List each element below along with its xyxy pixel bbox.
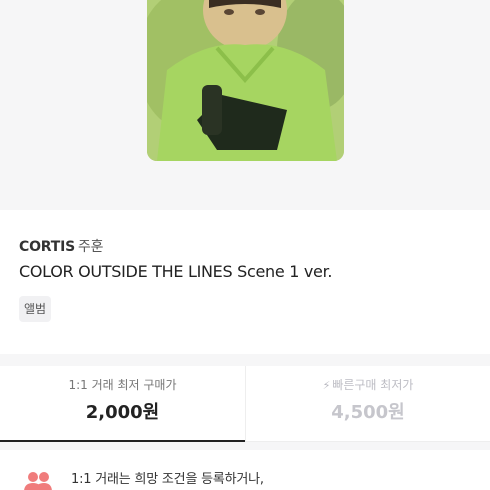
lightning-icon: ⚡ <box>322 379 331 392</box>
trade-notice: 1:1 거래는 희망 조건을 등록하거나, <box>0 450 490 490</box>
category-tag[interactable]: 앨범 <box>19 296 52 322</box>
tab-quick-buy-price[interactable]: ⚡ 빠른구매 최저가 4,500원 <box>245 366 490 442</box>
photocard-image <box>147 0 344 161</box>
tab-direct-trade-price[interactable]: 1:1 거래 최저 구매가 2,000원 <box>0 366 245 442</box>
tab-label: 빠른구매 최저가 <box>332 378 414 392</box>
product-title: COLOR OUTSIDE THE LINES Scene 1 ver. <box>19 262 333 281</box>
notice-text: 1:1 거래는 희망 조건을 등록하거나, <box>71 472 264 487</box>
product-photo[interactable] <box>147 0 344 161</box>
section-divider <box>0 442 490 450</box>
artist-name: CORTIS <box>19 239 75 255</box>
member-name: 주훈 <box>77 239 104 255</box>
tab-price: 2,000원 <box>85 402 160 423</box>
product-detail-page: CORTIS 주훈 COLOR OUTSIDE THE LINES Scene 1… <box>0 0 490 490</box>
tab-label: 1:1 거래 최저 구매가 <box>68 378 177 392</box>
section-divider <box>0 354 490 366</box>
price-tabs: 1:1 거래 최저 구매가 2,000원 ⚡ 빠른구매 최저가 4,500원 <box>0 366 490 442</box>
tab-price: 4,500원 <box>331 402 405 423</box>
product-image-area <box>0 0 490 210</box>
artist-line[interactable]: CORTIS 주훈 <box>19 236 104 256</box>
product-info: CORTIS 주훈 COLOR OUTSIDE THE LINES Scene 1… <box>0 210 490 354</box>
tab-label-wrap: ⚡ 빠른구매 최저가 <box>246 376 490 393</box>
users-icon <box>24 472 52 490</box>
